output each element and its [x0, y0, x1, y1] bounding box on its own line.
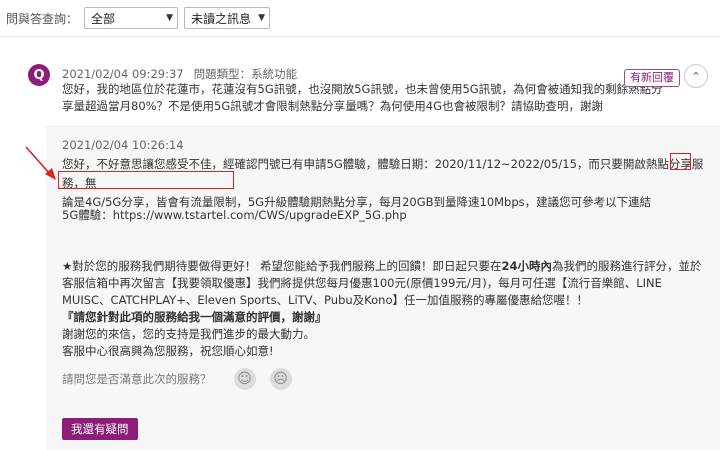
chevron-down-icon: ▼: [258, 13, 266, 23]
divider: [0, 36, 720, 37]
smile-face-icon[interactable]: ☺: [233, 368, 256, 390]
reply-panel: 2021/02/04 10:26:14 您好，不好意思讓您感受不佳，經確認門號已…: [46, 126, 720, 450]
rating-request: 『請您針對此項的服務給我一個滿意的評價，謝謝』: [62, 310, 327, 324]
sad-face-icon[interactable]: ☹: [269, 368, 292, 390]
thanks-text: 謝謝您的來信，您的支持是我們進步的最大動力。: [62, 327, 315, 341]
chevron-down-icon: ▼: [166, 13, 174, 23]
reply-link-line: 5G體驗：https://www.tstartel.com/CWS/upgrad…: [62, 208, 407, 222]
read-status-select[interactable]: 未讀之訊息 ▼: [184, 7, 271, 29]
chevron-up-icon: ⌃: [691, 69, 701, 83]
read-status-value: 未讀之訊息: [191, 11, 252, 26]
reply-timestamp: 2021/02/04 10:26:14: [62, 138, 184, 152]
reply-paragraph-1: 您好，不好意思讓您感受不佳，經確認門號已有申請5G體驗，體驗日期：2020/11…: [62, 155, 710, 212]
closing-text: 客服中心很高興為您服務，祝您順心如意!: [62, 344, 274, 358]
new-reply-badge: 有新回覆: [624, 69, 680, 87]
satisfaction-row: 請問您是否滿意此次的服務？ ☺ ☹: [62, 368, 292, 390]
question-avatar: Q: [28, 64, 50, 86]
question-meta: 2021/02/04 09:29:37 問題類型：系統功能: [62, 66, 297, 82]
promo-highlight: 24小時內: [501, 259, 552, 273]
promo-text: ★對於您的服務我們期待要做得更好！ 希望您能給予我們服務上的回饋！即日起只要在: [62, 259, 502, 273]
question-timestamp: 2021/02/04 09:29:37: [62, 67, 184, 81]
filter-label: 問與答查詢：: [6, 11, 79, 26]
filter-bar: 問與答查詢： 全部 ▼ 未讀之訊息 ▼: [0, 0, 720, 36]
question-text: 您好，我的地區位於花蓮市，花蓮沒有5G訊號，也沒開放5G訊號，也未曾使用5G訊號…: [62, 82, 663, 113]
question-type-select[interactable]: 全部 ▼: [84, 7, 179, 29]
question-type-value: 全部: [91, 11, 116, 26]
reply-paragraph-2: ★對於您的服務我們期待要做得更好！ 希望您能給予我們服務上的回饋！即日起只要在2…: [62, 258, 702, 360]
collapse-button[interactable]: ⌃: [684, 64, 708, 88]
question-type: 問題類型：系統功能: [193, 67, 298, 81]
more-question-button[interactable]: 我還有疑問: [62, 418, 138, 440]
satisfaction-question: 請問您是否滿意此次的服務？: [62, 372, 212, 386]
highlight-text-a: 無: [85, 176, 97, 190]
reply-text: 您好，不好意思讓您感受不佳，經確認門號已有申請5G體驗，體驗日期：2020/11…: [62, 157, 704, 190]
